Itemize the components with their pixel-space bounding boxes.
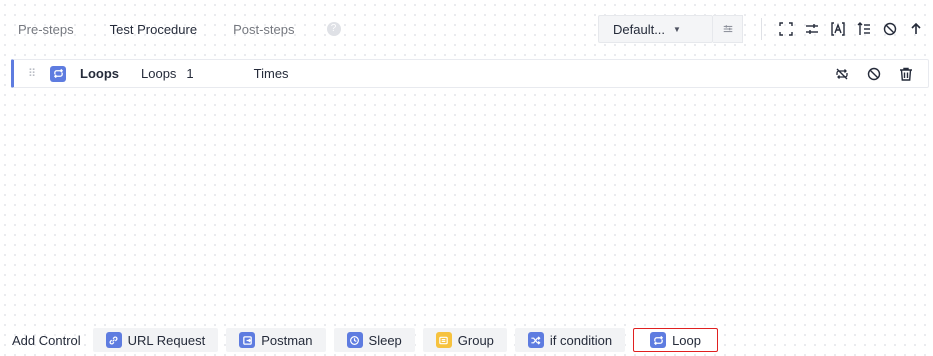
sort-icon[interactable] (852, 17, 876, 41)
link-icon (105, 332, 122, 348)
tab-pre-steps[interactable]: Pre-steps (18, 22, 74, 37)
fullscreen-icon[interactable] (774, 17, 798, 41)
step-actions (824, 60, 920, 87)
help-icon[interactable]: ? (326, 22, 341, 36)
add-postman-button[interactable]: Postman (226, 328, 326, 352)
disable-icon[interactable] (878, 17, 902, 41)
loops-count[interactable]: 1 (186, 66, 193, 81)
drag-handle-icon[interactable]: ⠿ (28, 67, 38, 80)
right-toolbar: Default... ▼ (598, 14, 930, 44)
no-loop-icon[interactable] (830, 62, 854, 86)
sleep-label: Sleep (368, 332, 402, 348)
loop-icon (650, 332, 667, 348)
filter-icon (723, 25, 732, 33)
add-control-bar: Add Control URL Request Postman Sleep Gr… (12, 328, 933, 352)
tab-test-procedure[interactable]: Test Procedure (110, 22, 197, 37)
loop-label: Loop (672, 332, 701, 348)
url-request-label: URL Request (127, 332, 206, 348)
add-control-label: Add Control (12, 332, 81, 348)
group-icon (435, 332, 452, 348)
loops-label: Loops (141, 66, 177, 81)
toolbar-divider (761, 18, 762, 40)
add-loop-button[interactable]: Loop (633, 328, 718, 352)
step-row-loops[interactable]: ⠿ Loops Loops 1 Times (11, 59, 929, 88)
group-label: Group (457, 332, 494, 348)
environment-select[interactable]: Default... ▼ (598, 15, 713, 43)
sliders-icon[interactable] (800, 17, 824, 41)
chevron-down-icon: ▼ (673, 24, 681, 34)
environment-select-value: Default... (613, 21, 666, 37)
postman-label: Postman (261, 332, 313, 348)
add-url-request-button[interactable]: URL Request (92, 328, 219, 352)
times-label: Times (253, 66, 289, 81)
filter-settings-button[interactable] (713, 15, 743, 43)
tab-bar: Pre-steps Test Procedure Post-steps ? De… (12, 14, 933, 44)
collapse-arrow-icon[interactable] (904, 17, 928, 41)
branch-icon (527, 332, 544, 348)
disable-step-icon[interactable] (862, 62, 886, 86)
step-name: Loops (80, 66, 119, 81)
add-sleep-button[interactable]: Sleep (333, 328, 415, 352)
add-group-button[interactable]: Group (422, 328, 507, 352)
clock-icon (346, 332, 363, 348)
loop-icon (50, 65, 66, 82)
if-condition-label: if condition (549, 332, 613, 348)
postman-icon (239, 332, 256, 348)
delete-icon[interactable] (894, 62, 918, 86)
add-if-condition-button[interactable]: if condition (514, 328, 626, 352)
tab-post-steps[interactable]: Post-steps (233, 22, 294, 37)
text-box-icon[interactable] (826, 17, 850, 41)
